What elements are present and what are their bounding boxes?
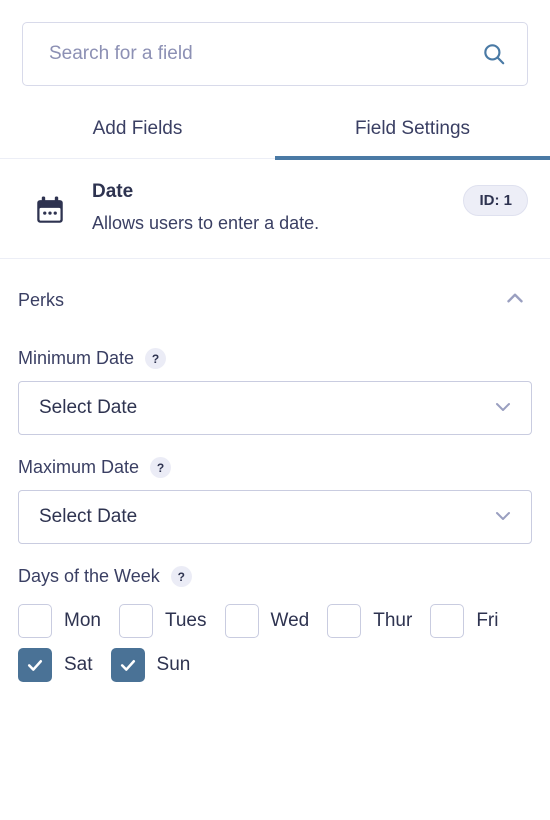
day-checkbox-sun[interactable]: Sun — [110, 643, 191, 687]
chevron-down-icon[interactable] — [491, 503, 515, 532]
day-label: Wed — [270, 610, 310, 631]
maximum-date-label: Maximum Date — [18, 457, 140, 477]
field-description: Allows users to enter a date. — [92, 213, 320, 233]
search-icon[interactable] — [481, 41, 507, 67]
chevron-down-icon[interactable] — [491, 394, 515, 423]
checkbox-empty-icon[interactable] — [327, 604, 362, 638]
search-box[interactable] — [22, 22, 528, 86]
field-id-badge: ID: 1 — [463, 185, 528, 216]
section-header-perks[interactable]: Perks — [0, 259, 550, 332]
day-checkbox-fri[interactable]: Fri — [430, 599, 498, 643]
day-label: Sun — [156, 654, 191, 675]
days-of-week-label: Days of the Week — [18, 566, 160, 586]
day-label: Mon — [64, 610, 101, 631]
day-checkbox-mon[interactable]: Mon — [18, 599, 101, 643]
field-info: Date Allows users to enter a date. — [78, 181, 528, 234]
maximum-date-select[interactable]: Select Date — [18, 490, 532, 544]
field-header: Date Allows users to enter a date. ID: 1 — [0, 159, 550, 259]
day-label: Tues — [164, 610, 207, 631]
calendar-icon — [22, 181, 78, 227]
chevron-up-icon[interactable] — [502, 285, 528, 316]
day-label: Sat — [64, 654, 93, 675]
maximum-date-value: Select Date — [39, 506, 138, 527]
checkbox-empty-icon[interactable] — [430, 604, 465, 638]
search-input[interactable] — [49, 43, 481, 65]
tab-bar: Add Fields Field Settings — [0, 112, 550, 158]
maximum-date-label-row: Maximum Date ? — [18, 457, 532, 478]
minimum-date-label-row: Minimum Date ? — [18, 348, 532, 369]
help-icon-maximum-date[interactable]: ? — [150, 457, 172, 478]
help-icon-minimum-date[interactable]: ? — [145, 348, 167, 369]
search-section — [0, 0, 550, 86]
day-checkbox-wed[interactable]: Wed — [224, 599, 310, 643]
day-checkbox-thur[interactable]: Thur — [327, 599, 412, 643]
tab-field-settings[interactable]: Field Settings — [275, 112, 550, 158]
checkbox-checked-icon[interactable] — [110, 648, 145, 682]
day-label: Fri — [476, 610, 499, 631]
minimum-date-value: Select Date — [39, 397, 138, 418]
checkbox-checked-icon[interactable] — [18, 648, 52, 682]
days-of-week-label-row: Days of the Week ? — [18, 566, 532, 587]
minimum-date-select[interactable]: Select Date — [18, 381, 532, 435]
minimum-date-label: Minimum Date — [18, 348, 135, 368]
section-title: Perks — [18, 290, 65, 310]
settings-form: Minimum Date ? Select Date Maximum Date … — [0, 332, 550, 687]
checkbox-empty-icon[interactable] — [224, 604, 259, 638]
day-checkbox-tues[interactable]: Tues — [118, 599, 207, 643]
days-of-week-group: Mon Tues Wed Thur Fri Sat Sun — [18, 599, 532, 687]
help-icon-days-of-week[interactable]: ? — [170, 566, 192, 587]
day-label: Thur — [373, 610, 413, 631]
checkbox-empty-icon[interactable] — [118, 604, 153, 638]
tab-add-fields[interactable]: Add Fields — [0, 112, 275, 158]
day-checkbox-sat[interactable]: Sat — [18, 643, 93, 687]
checkbox-empty-icon[interactable] — [18, 604, 52, 638]
